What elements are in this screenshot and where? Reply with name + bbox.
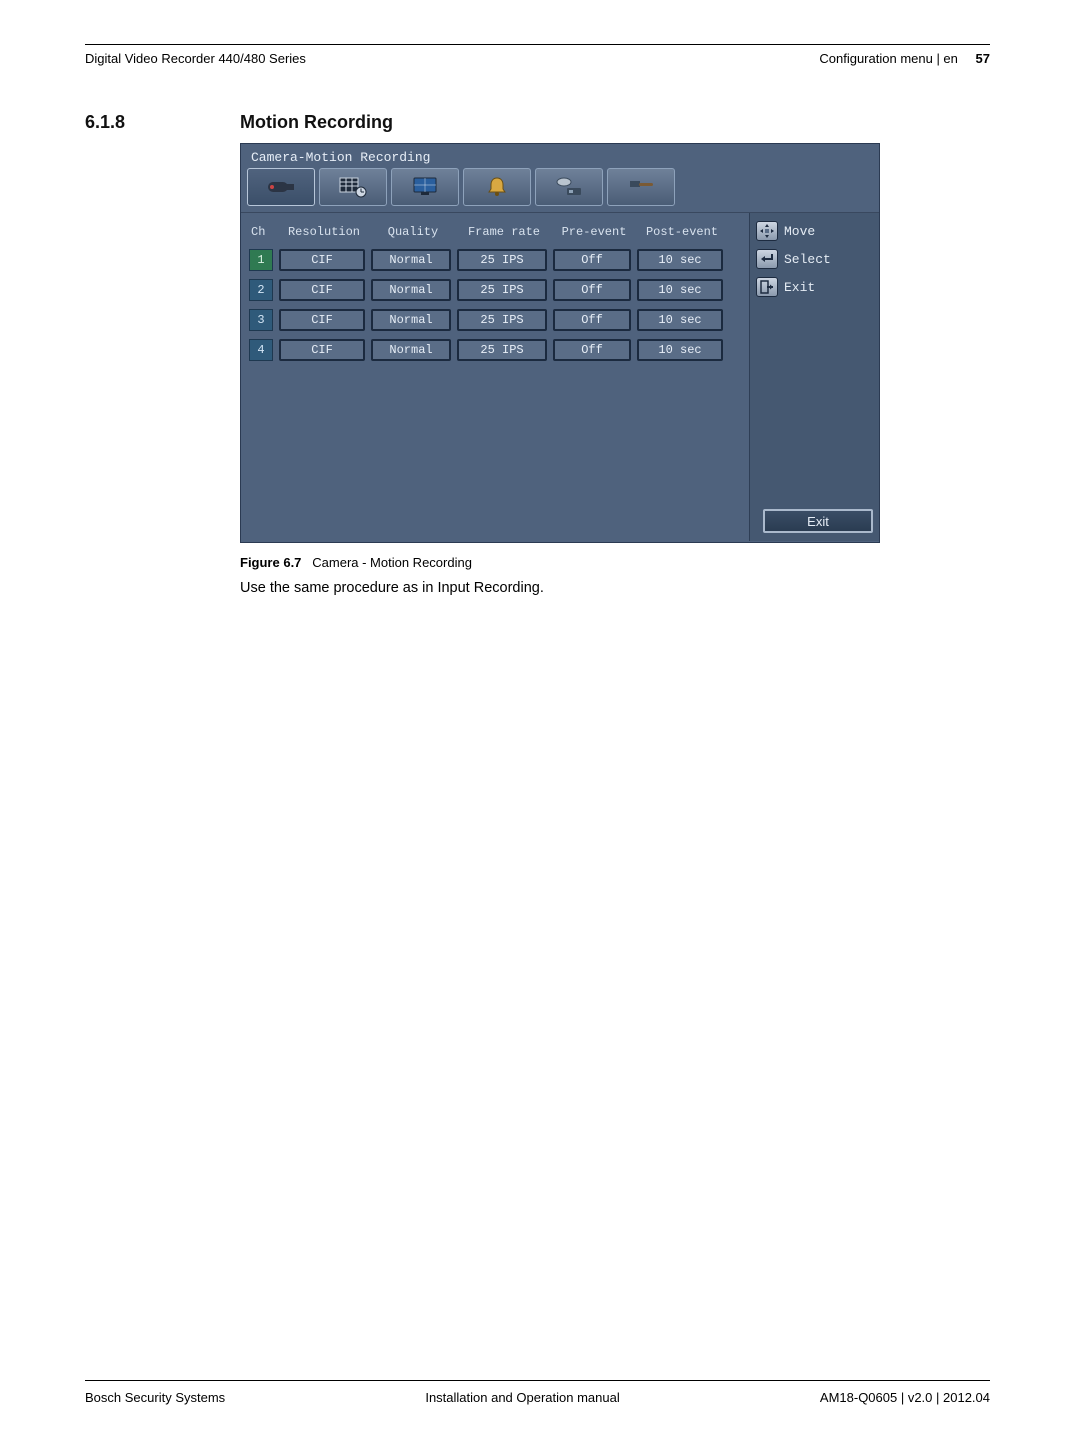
quality-select[interactable]: Normal [371, 339, 451, 361]
framerate-select[interactable]: 25 IPS [457, 309, 547, 331]
section-number: 6.1.8 [85, 112, 240, 133]
page-footer: Bosch Security Systems Installation and … [85, 1390, 990, 1405]
network-icon [553, 176, 585, 198]
col-header-ch: Ch [251, 225, 275, 239]
hammer-icon [626, 177, 656, 197]
quality-select[interactable]: Normal [371, 249, 451, 271]
framerate-select[interactable]: 25 IPS [457, 279, 547, 301]
tab-bar [241, 168, 879, 213]
table-row: 1 CIF Normal 25 IPS Off 10 sec [249, 249, 741, 271]
table-row: 2 CIF Normal 25 IPS Off 10 sec [249, 279, 741, 301]
resolution-select[interactable]: CIF [279, 279, 365, 301]
body-text: Use the same procedure as in Input Recor… [240, 580, 990, 596]
preevent-select[interactable]: Off [553, 279, 631, 301]
tab-network[interactable] [535, 168, 603, 206]
framerate-select[interactable]: 25 IPS [457, 339, 547, 361]
page-number: 57 [976, 51, 990, 66]
legend-select-label: Select [784, 252, 831, 267]
col-header-resolution: Resolution [281, 225, 367, 239]
monitor-icon [411, 176, 439, 198]
screenshot-title: Camera-Motion Recording [241, 144, 879, 168]
table-row: 3 CIF Normal 25 IPS Off 10 sec [249, 309, 741, 331]
tab-system[interactable] [607, 168, 675, 206]
bell-icon [485, 176, 509, 198]
resolution-select[interactable]: CIF [279, 339, 365, 361]
tab-schedule[interactable] [319, 168, 387, 206]
postevent-select[interactable]: 10 sec [637, 309, 723, 331]
section-title: Motion Recording [240, 112, 393, 133]
resolution-select[interactable]: CIF [279, 249, 365, 271]
preevent-select[interactable]: Off [553, 249, 631, 271]
preevent-select[interactable]: Off [553, 339, 631, 361]
footer-left: Bosch Security Systems [85, 1390, 225, 1405]
postevent-select[interactable]: 10 sec [637, 339, 723, 361]
header-right-text: Configuration menu | en [819, 51, 958, 66]
enter-icon [756, 249, 778, 269]
footer-rule [85, 1380, 990, 1381]
col-header-framerate: Frame rate [459, 225, 549, 239]
col-header-postevent: Post-event [639, 225, 725, 239]
screenshot-panel: Camera-Motion Recording [240, 143, 880, 543]
tab-event[interactable] [463, 168, 531, 206]
postevent-select[interactable]: 10 sec [637, 249, 723, 271]
arrows-icon [756, 221, 778, 241]
figure-caption-text: Camera - Motion Recording [312, 555, 472, 570]
section-heading: 6.1.8 Motion Recording [85, 112, 990, 133]
channel-cell[interactable]: 3 [249, 309, 273, 331]
column-headers: Ch Resolution Quality Frame rate Pre-eve… [249, 223, 741, 249]
legend-exit: Exit [756, 277, 873, 297]
channel-cell[interactable]: 2 [249, 279, 273, 301]
exit-button[interactable]: Exit [763, 509, 873, 533]
figure-label: Figure 6.7 [240, 555, 301, 570]
table-row: 4 CIF Normal 25 IPS Off 10 sec [249, 339, 741, 361]
resolution-select[interactable]: CIF [279, 309, 365, 331]
quality-select[interactable]: Normal [371, 309, 451, 331]
exit-icon [756, 277, 778, 297]
channel-cell[interactable]: 1 [249, 249, 273, 271]
legend-panel: Move Select Exit Exit [749, 213, 879, 541]
legend-select: Select [756, 249, 873, 269]
col-header-preevent: Pre-event [555, 225, 633, 239]
quality-select[interactable]: Normal [371, 279, 451, 301]
col-header-quality: Quality [373, 225, 453, 239]
legend-exit-label: Exit [784, 280, 815, 295]
header-right: Configuration menu | en 57 [819, 51, 990, 66]
legend-move-label: Move [784, 224, 815, 239]
camera-icon [264, 177, 298, 197]
postevent-select[interactable]: 10 sec [637, 279, 723, 301]
footer-right: AM18-Q0605 | v2.0 | 2012.04 [820, 1390, 990, 1405]
grid-clock-icon [338, 176, 368, 198]
page-header: Digital Video Recorder 440/480 Series Co… [85, 45, 990, 66]
preevent-select[interactable]: Off [553, 309, 631, 331]
header-left: Digital Video Recorder 440/480 Series [85, 51, 306, 66]
tab-camera[interactable] [247, 168, 315, 206]
framerate-select[interactable]: 25 IPS [457, 249, 547, 271]
figure-caption: Figure 6.7 Camera - Motion Recording [240, 555, 990, 570]
footer-center: Installation and Operation manual [425, 1390, 619, 1405]
legend-move: Move [756, 221, 873, 241]
tab-display[interactable] [391, 168, 459, 206]
settings-table: Ch Resolution Quality Frame rate Pre-eve… [241, 213, 749, 541]
channel-cell[interactable]: 4 [249, 339, 273, 361]
